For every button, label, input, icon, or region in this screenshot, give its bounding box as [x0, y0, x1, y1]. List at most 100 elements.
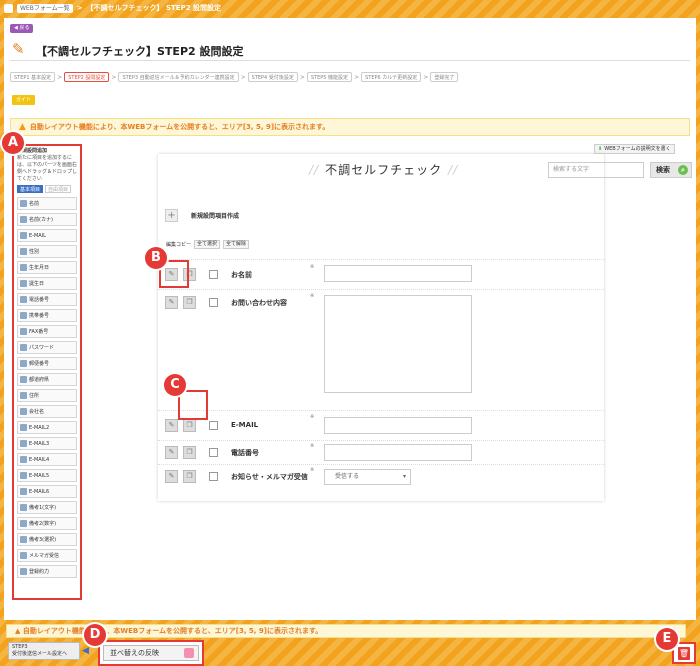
new-question-link[interactable]: 新規設問項目作成	[191, 211, 239, 220]
newsletter-select[interactable]: 受信する ▾	[324, 469, 411, 485]
part-item[interactable]: E-MAIL2	[17, 421, 77, 434]
edit-column-label: 編集	[166, 242, 177, 248]
note-icon	[20, 504, 27, 511]
part-item[interactable]: 都道府県	[17, 373, 77, 386]
part-item[interactable]: メルマガ受信	[17, 549, 77, 562]
chevron-down-icon: ▾	[402, 473, 406, 480]
tab-basic-items[interactable]: 基本項目	[17, 185, 44, 193]
guide-button[interactable]: ガイド	[12, 95, 36, 105]
form-title: // 不調セルフチェック //	[303, 161, 464, 178]
question-checkbox[interactable]	[209, 448, 218, 457]
badge-d: D	[84, 624, 106, 646]
edit-icon[interactable]: ✎	[165, 296, 178, 309]
map-icon	[20, 376, 27, 383]
question-label: お問い合わせ内容	[231, 299, 287, 307]
step-1[interactable]: STEP1 基本設定	[10, 72, 56, 82]
prev-step-button[interactable]: STEP3 受付後送信メール設定へ	[8, 642, 80, 660]
house-icon	[20, 392, 27, 399]
back-button[interactable]: ◀ 戻る	[10, 24, 34, 33]
badge-a: A	[2, 132, 24, 154]
part-item[interactable]: 名前	[17, 197, 77, 210]
form-description-button[interactable]: ⬇ WEBフォームの説明文を書く	[594, 144, 675, 154]
question-row[interactable]: ✎ ❐ お知らせ・メルマガ受信 ※ 受信する ▾	[158, 464, 604, 494]
question-label: E-MAIL	[231, 421, 259, 429]
sidebar-title: 新規設問追加	[17, 148, 48, 154]
parts-sidebar: 新規設問追加 新たに項目を追加するには、以下のパーツを画面右側へドラッグ＆ドロッ…	[12, 144, 82, 600]
badge-c: C	[164, 374, 186, 396]
reflect-order-button[interactable]: 並べ替えの反映	[103, 645, 199, 661]
copy-icon[interactable]: ❐	[183, 296, 196, 309]
edit-icon[interactable]: ✎	[165, 470, 178, 483]
deselect-all-button[interactable]: 全て解除	[223, 240, 250, 249]
mobile-icon	[20, 312, 27, 319]
part-item[interactable]: 電話番号	[17, 293, 77, 306]
tab-custom-items[interactable]: 自由項目	[45, 185, 72, 193]
step-2[interactable]: STEP2 設問設定	[64, 72, 110, 82]
part-item[interactable]: 登録約力	[17, 565, 77, 578]
step-navigation: STEP1 基本設定 > STEP2 設問設定 > STEP3 自動返信メール＆予約…	[10, 72, 459, 82]
home-icon[interactable]	[4, 3, 13, 13]
question-checkbox[interactable]	[209, 270, 218, 279]
step-5[interactable]: STEP5 機能設定	[306, 72, 353, 82]
lock-icon	[20, 344, 27, 351]
select-all-button[interactable]: 全て選択	[194, 240, 221, 249]
part-item[interactable]: 名前(カナ)	[17, 213, 77, 226]
step-complete[interactable]: 登録完了	[430, 72, 459, 82]
question-checkbox[interactable]	[209, 298, 218, 307]
building-icon	[20, 408, 27, 415]
part-item[interactable]: E-MAIL	[17, 229, 77, 242]
question-row[interactable]: ✎ ❐ 電話番号 ※	[158, 440, 604, 464]
part-item[interactable]: E-MAIL3	[17, 437, 77, 450]
part-item[interactable]: 備考1(文字)	[17, 501, 77, 514]
mail-icon	[20, 472, 27, 479]
part-item[interactable]: 携帯番号	[17, 309, 77, 322]
part-item[interactable]: 誕生日	[17, 277, 77, 290]
part-item[interactable]: 郵便番号	[17, 357, 77, 370]
part-item[interactable]: パスワード	[17, 341, 77, 354]
part-item[interactable]: E-MAIL5	[17, 469, 77, 482]
part-item[interactable]: 生年月日	[17, 261, 77, 274]
highlight-copy-button	[178, 390, 208, 420]
part-item[interactable]: E-MAIL4	[17, 453, 77, 466]
part-item[interactable]: E-MAIL6	[17, 485, 77, 498]
copy-icon[interactable]: ❐	[183, 446, 196, 459]
question-row[interactable]: ✎ ❐ お問い合わせ内容 ※	[158, 289, 604, 410]
copy-icon[interactable]: ❐	[183, 470, 196, 483]
question-checkbox[interactable]	[209, 472, 218, 481]
step-6[interactable]: STEP6 カルテ更新設定	[361, 72, 422, 82]
question-row[interactable]: ✎ ❐ お名前 ※	[158, 259, 604, 289]
part-item[interactable]: FAX番号	[17, 325, 77, 338]
question-row[interactable]: ✎ ❐ E-MAIL ※	[158, 410, 604, 440]
calendar-icon	[20, 280, 27, 287]
search-input[interactable]: 検索する文字	[548, 162, 644, 178]
add-question-icon[interactable]: +	[165, 209, 178, 222]
note-icon	[20, 536, 27, 543]
email-input[interactable]	[324, 417, 472, 434]
person-icon	[20, 200, 27, 207]
step-3[interactable]: STEP3 自動返信メール＆予約カレンダー連携設定	[118, 72, 239, 82]
copy-column-label: コピー	[176, 242, 192, 248]
arrow-left-icon: ◀	[82, 646, 89, 656]
part-item[interactable]: 会社名	[17, 405, 77, 418]
name-input[interactable]	[324, 265, 472, 282]
required-mark: ※	[310, 443, 315, 449]
phone-input[interactable]	[324, 444, 472, 461]
edit-icon[interactable]: ✎	[165, 419, 178, 432]
part-item[interactable]: 備考2(数字)	[17, 517, 77, 530]
form-editor-panel: // 不調セルフチェック // 検索する文字 検索 ⌕ + 新規設問項目作成 編集 コ…	[158, 154, 692, 501]
part-item[interactable]: 住所	[17, 389, 77, 402]
breadcrumb-webform-list[interactable]: WEBフォーム一覧	[17, 3, 73, 13]
search-button[interactable]: 検索 ⌕	[650, 162, 692, 178]
part-item[interactable]: 性別	[17, 245, 77, 258]
part-item[interactable]: 備考3(選択)	[17, 533, 77, 546]
step-4[interactable]: STEP4 受付後設定	[247, 72, 298, 82]
copy-icon[interactable]: ❐	[183, 419, 196, 432]
question-checkbox[interactable]	[209, 421, 218, 430]
download-icon: ⬇	[598, 146, 603, 152]
warning-icon: ▲	[19, 122, 26, 132]
edit-icon[interactable]: ✎	[165, 446, 178, 459]
title-deco-left: //	[309, 163, 320, 177]
inquiry-textarea[interactable]	[324, 295, 472, 393]
newsletter-icon	[20, 552, 27, 559]
question-label: お知らせ・メルマガ受信	[231, 473, 308, 481]
